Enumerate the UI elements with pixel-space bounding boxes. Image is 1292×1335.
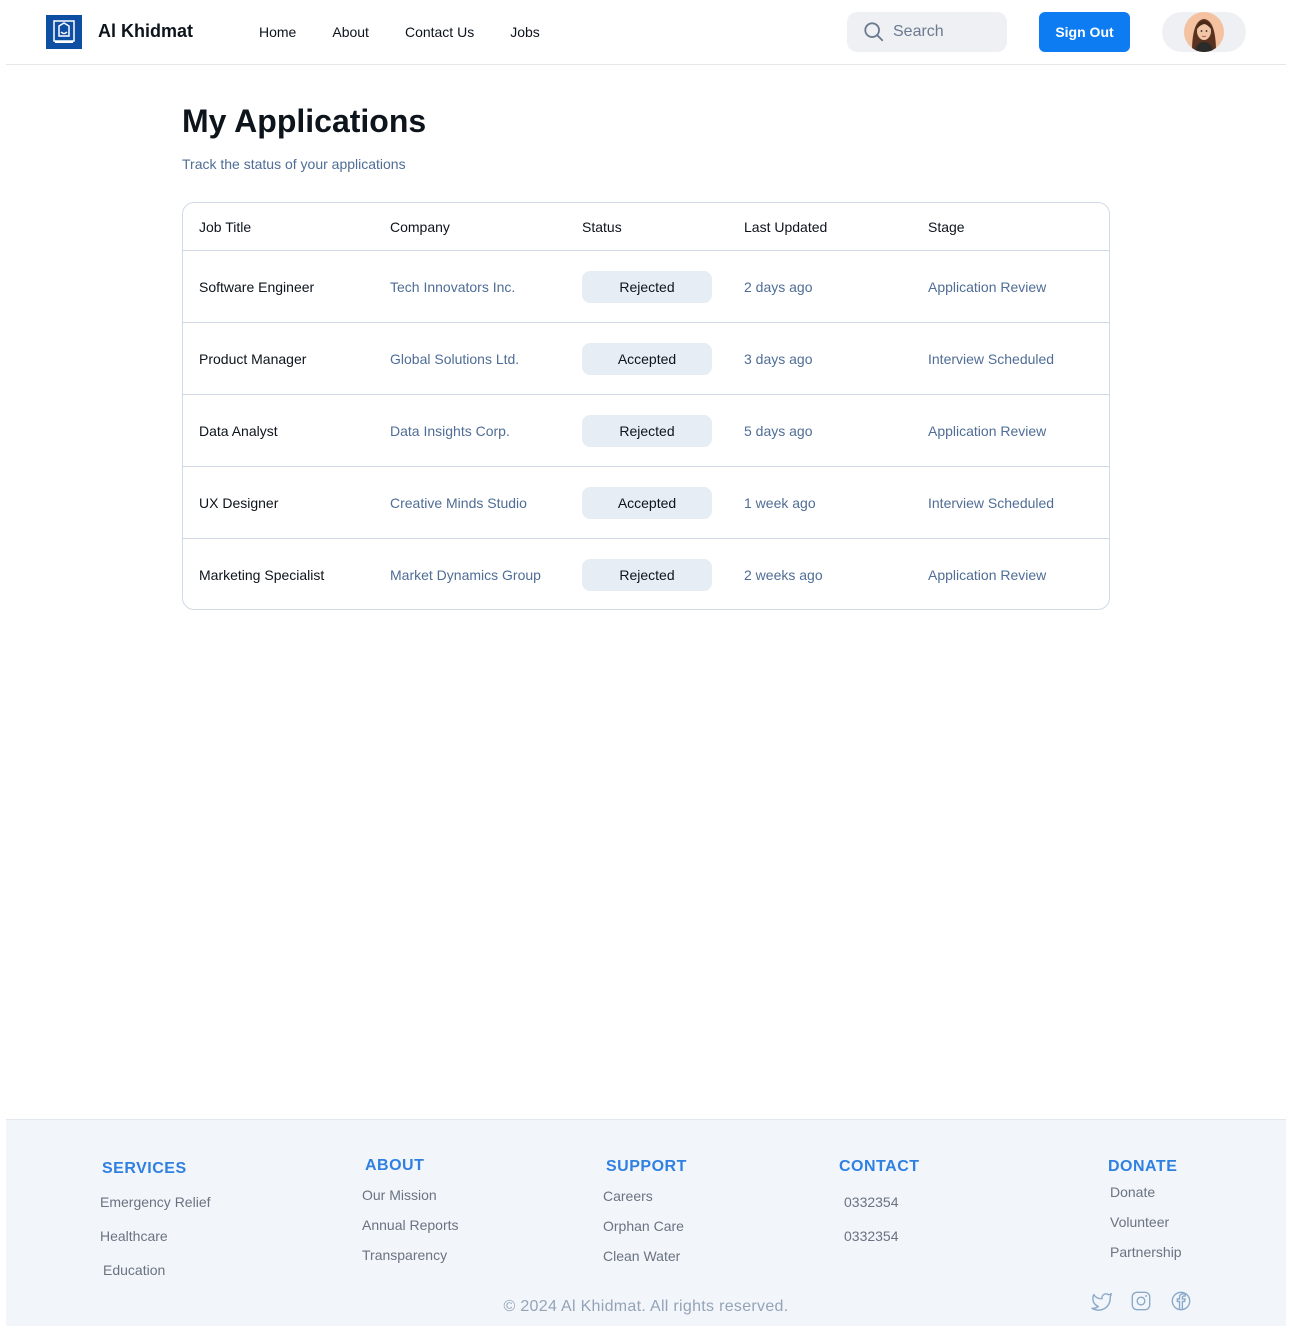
table-row[interactable]: Data Analyst Data Insights Corp. Rejecte… xyxy=(183,395,1109,467)
nav-home[interactable]: Home xyxy=(259,24,296,40)
search-input[interactable] xyxy=(893,23,993,41)
column-header-company: Company xyxy=(390,219,450,235)
last-updated-cell: 3 days ago xyxy=(744,351,813,367)
footer-link-our-mission[interactable]: Our Mission xyxy=(362,1187,437,1203)
stage-cell: Application Review xyxy=(928,423,1047,439)
site-footer: SERVICES Emergency Relief Healthcare Edu… xyxy=(6,1119,1286,1326)
status-badge[interactable]: Accepted xyxy=(582,343,712,375)
search-box[interactable] xyxy=(847,12,1007,52)
stage-cell: Application Review xyxy=(928,279,1047,295)
footer-link-careers[interactable]: Careers xyxy=(603,1188,653,1204)
footer-link-education[interactable]: Education xyxy=(103,1262,165,1278)
footer-link-volunteer[interactable]: Volunteer xyxy=(1110,1214,1169,1230)
status-badge[interactable]: Accepted xyxy=(582,487,712,519)
footer-services-title: SERVICES xyxy=(102,1160,187,1177)
footer-contact-phone[interactable]: 0332354 xyxy=(844,1194,899,1210)
column-header-status: Status xyxy=(582,219,622,235)
profile-menu[interactable] xyxy=(1162,12,1246,52)
applications-table: Job Title Company Status Last Updated St… xyxy=(182,202,1110,610)
job-title-cell: Data Analyst xyxy=(199,423,278,439)
job-title-cell: UX Designer xyxy=(199,495,279,511)
column-header-stage: Stage xyxy=(928,219,965,235)
facebook-icon[interactable] xyxy=(1170,1290,1192,1312)
main-nav: Home About Contact Us Jobs xyxy=(259,24,576,40)
avatar[interactable] xyxy=(1184,12,1224,52)
last-updated-cell: 5 days ago xyxy=(744,423,813,439)
logo-emblem-icon xyxy=(53,20,75,43)
footer-link-healthcare[interactable]: Healthcare xyxy=(100,1228,168,1244)
stage-cell: Interview Scheduled xyxy=(928,495,1055,511)
top-navbar: Al Khidmat Home About Contact Us Jobs Si… xyxy=(6,0,1286,65)
column-header-job-title: Job Title xyxy=(199,219,252,235)
company-cell: Tech Innovators Inc. xyxy=(390,279,516,295)
instagram-icon[interactable] xyxy=(1130,1290,1152,1312)
user-avatar-icon xyxy=(1184,12,1224,52)
footer-link-clean-water[interactable]: Clean Water xyxy=(603,1248,680,1264)
table-row[interactable]: Software Engineer Tech Innovators Inc. R… xyxy=(183,251,1109,323)
footer-link-donate[interactable]: Donate xyxy=(1110,1184,1155,1200)
job-title-cell: Software Engineer xyxy=(199,279,315,295)
page-title: My Applications xyxy=(182,103,427,139)
status-badge[interactable]: Rejected xyxy=(582,271,712,303)
sign-out-button[interactable]: Sign Out xyxy=(1039,12,1130,52)
footer-link-transparency[interactable]: Transparency xyxy=(362,1247,447,1263)
last-updated-cell: 2 days ago xyxy=(744,279,813,295)
status-badge[interactable]: Rejected xyxy=(582,415,712,447)
brand-name[interactable]: Al Khidmat xyxy=(98,21,193,42)
job-title-cell: Product Manager xyxy=(199,351,307,367)
table-row[interactable]: Marketing Specialist Market Dynamics Gro… xyxy=(183,539,1109,609)
column-header-last-updated: Last Updated xyxy=(744,219,828,235)
table-row[interactable]: UX Designer Creative Minds Studio Accept… xyxy=(183,467,1109,539)
brand-logo[interactable] xyxy=(46,15,82,49)
footer-link-annual-reports[interactable]: Annual Reports xyxy=(362,1217,459,1233)
footer-about-title: ABOUT xyxy=(365,1157,425,1174)
search-icon xyxy=(864,22,884,42)
status-badge[interactable]: Rejected xyxy=(582,559,712,591)
footer-support-title: SUPPORT xyxy=(606,1158,687,1175)
nav-about[interactable]: About xyxy=(332,24,369,40)
footer-link-orphan-care[interactable]: Orphan Care xyxy=(603,1218,684,1234)
company-cell: Data Insights Corp. xyxy=(390,423,510,439)
nav-contact-us[interactable]: Contact Us xyxy=(405,24,474,40)
job-title-cell: Marketing Specialist xyxy=(199,567,325,583)
footer-donate-title: DONATE xyxy=(1108,1158,1178,1175)
page-subtitle: Track the status of your applications xyxy=(182,156,406,172)
table-row[interactable]: Product Manager Global Solutions Ltd. Ac… xyxy=(183,323,1109,395)
last-updated-cell: 2 weeks ago xyxy=(744,567,823,583)
footer-link-partnership[interactable]: Partnership xyxy=(1110,1244,1182,1260)
last-updated-cell: 1 week ago xyxy=(744,495,816,511)
footer-link-emergency-relief[interactable]: Emergency Relief xyxy=(100,1194,211,1210)
footer-contact-phone[interactable]: 0332354 xyxy=(844,1228,899,1244)
company-cell: Market Dynamics Group xyxy=(390,567,541,583)
stage-cell: Interview Scheduled xyxy=(928,351,1055,367)
company-cell: Creative Minds Studio xyxy=(390,495,527,511)
nav-jobs[interactable]: Jobs xyxy=(510,24,540,40)
twitter-icon[interactable] xyxy=(1091,1290,1113,1312)
table-header: Job Title Company Status Last Updated St… xyxy=(183,203,1109,251)
footer-contact-title: CONTACT xyxy=(839,1158,920,1175)
company-cell: Global Solutions Ltd. xyxy=(390,351,520,367)
stage-cell: Application Review xyxy=(928,567,1047,583)
